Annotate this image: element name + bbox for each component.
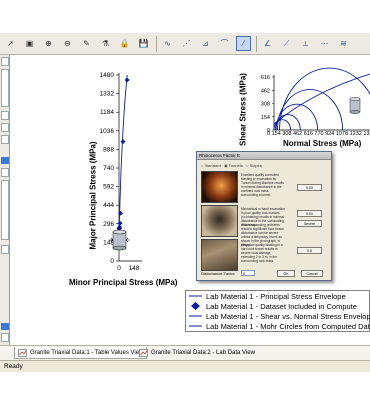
disturbance-factor-input[interactable]: 0 (241, 270, 255, 276)
radio-standard[interactable]: ○ Standard (201, 163, 221, 168)
chart-doc-icon (139, 349, 148, 357)
mohr-x-axis-title: Normal Stress (MPa) (283, 139, 362, 148)
principal-y-axis-title: Major Principal Stress (MPa) (88, 141, 98, 250)
y-tick-label: 444 (103, 202, 114, 209)
panel-section-header-1[interactable] (1, 157, 9, 164)
zoom-in-icon[interactable]: ⊕ (41, 36, 56, 51)
legend-item-shear-envelope: Lab Material 1 - Shear vs. Normal Stress… (189, 311, 370, 321)
y-tick-label: 1480 (100, 72, 115, 79)
mohr-y-tick-label: 154 (261, 115, 270, 121)
x-tick-label: 0 (117, 265, 121, 272)
y-tick-label: 592 (103, 184, 114, 191)
mohr-x-tick-labels: 0 154 308 462 616 770 924 1078 1232 1386 (267, 131, 370, 137)
legend-item-dataset: Lab Material 1 - Dataset Included in Com… (189, 301, 357, 311)
main-toolbar: ➚ ▣ ⊕ ⊖ ✎ ⚗ 🔒 💾 ∿ ⋰ ⊿ ⌒ ⁄ ∠ ⟋ ⟂ ⋯ ≋ (0, 33, 370, 55)
mohr-y-tick-label: 616 (261, 75, 270, 81)
left-dock-panel (0, 55, 10, 360)
principal-stress-plot[interactable]: 14801332118410368887405924442961480 0 148 (12, 55, 187, 295)
chart-type-7-icon[interactable]: ⟋ (279, 36, 294, 51)
panel-scroll-area[interactable] (1, 180, 9, 240)
panel-section-header-2[interactable] (1, 323, 9, 330)
flask-icon[interactable]: ⚗ (98, 36, 113, 51)
cancel-button[interactable]: Cancel (301, 270, 323, 277)
disturbance-factor-dialog: Rhinoceros Factor E ○ Standard ◉ Tunnels… (196, 151, 332, 281)
select-factor-button-3[interactable]: Severe (297, 220, 322, 227)
y-tick-label: 0 (110, 258, 114, 265)
chart-type-10-icon[interactable]: ≋ (336, 36, 351, 51)
chart-type-9-icon[interactable]: ⋯ (317, 36, 332, 51)
panel-field-3[interactable] (1, 168, 9, 177)
window-bottom-margin (0, 372, 370, 400)
chart-doc-icon (18, 348, 27, 357)
y-tick-label: 888 (103, 146, 114, 153)
chart-type-8-icon[interactable]: ⟂ (298, 36, 313, 51)
disturbance-factor-label: Disturbance Factor (201, 271, 235, 276)
radio-tunnels[interactable]: ◉ Tunnels (224, 163, 243, 168)
disk-icon[interactable]: 💾 (136, 36, 151, 51)
ok-button[interactable]: OK (277, 270, 295, 277)
chart-type-3-icon[interactable]: ⊿ (198, 36, 213, 51)
y-tick-label: 1332 (100, 91, 115, 98)
panel-list-box[interactable] (1, 69, 9, 107)
panel-field-2[interactable] (1, 135, 9, 144)
panel-field-1[interactable] (1, 123, 9, 132)
panel-field-4[interactable] (1, 245, 9, 254)
chart-type-1-icon[interactable]: ∿ (160, 36, 175, 51)
toolbar-separator (256, 36, 257, 52)
select-icon[interactable]: ➚ (3, 36, 18, 51)
tunnel-photo-1 (201, 171, 238, 203)
y-tick-label: 740 (103, 165, 114, 172)
y-tick-label: 296 (103, 221, 114, 228)
dialog-title-bar: Rhinoceros Factor E (197, 152, 331, 160)
dataset-point[interactable] (120, 139, 126, 145)
mohr-y-axis-title: Shear Stress (MPa) (238, 73, 248, 146)
chart-type-6-icon[interactable]: ∠ (260, 36, 275, 51)
chart-type-4-icon[interactable]: ⌒ (217, 36, 232, 51)
dialog-mode-radios: ○ Standard ◉ Tunnels ○ Slopes (201, 163, 262, 168)
chart-type-2-icon[interactable]: ⋰ (179, 36, 194, 51)
dialog-description-4: Very poor quality blasting in a hard roc… (241, 243, 283, 263)
lock-icon[interactable]: 🔒 (117, 36, 132, 51)
chart-legend: Lab Material 1 - Principal Stress Envelo… (185, 290, 370, 332)
dataset-point[interactable] (124, 77, 130, 83)
legend-item-principal-envelope: Lab Material 1 - Principal Stress Envelo… (189, 291, 346, 301)
dialog-description-1: Excellent quality controlled blasting or… (241, 173, 284, 197)
status-bar: Ready (0, 360, 370, 372)
legend-item-mohr-circles: Lab Material 1 - Mohr Circles from Compu… (189, 321, 370, 331)
chart-type-5-icon[interactable]: ⁄ (236, 36, 251, 51)
select-factor-button-1[interactable]: 0.00 (297, 184, 322, 191)
tab-lab-data-view[interactable]: Granite Triaxial Data:2 - Lab Data View (136, 347, 258, 359)
select-factor-button-2[interactable]: 0.00 (297, 210, 322, 217)
radio-slopes[interactable]: ○ Slopes (246, 163, 262, 168)
panel-dropdown-2[interactable] (1, 111, 9, 120)
panel-dropdown-1[interactable] (1, 57, 9, 66)
panel-field-5[interactable] (1, 333, 9, 342)
principal-x-axis-title: Minor Principal Stress (MPa) (69, 278, 178, 287)
tab-table-values-view[interactable]: Granite Triaxial Data:1 - Table Values V… (14, 347, 148, 359)
toolbar-separator (156, 36, 157, 52)
mohr-y-tick-label: 308 (261, 102, 270, 108)
y-tick-label: 1184 (100, 109, 114, 116)
wand-icon[interactable]: ✎ (79, 36, 94, 51)
zoom-out-icon[interactable]: ⊖ (60, 36, 75, 51)
tunnel-photo-2 (201, 205, 238, 237)
x-tick-label: 148 (129, 265, 140, 272)
mohr-y-tick-label: 462 (261, 88, 270, 94)
document-tabs: Granite Triaxial Data:1 - Table Values V… (0, 345, 370, 360)
dataset-point[interactable] (117, 220, 123, 226)
select-factor-button-4[interactable]: 0.8 (297, 247, 322, 254)
tunnel-photo-3 (201, 239, 238, 271)
zoom-extents-icon[interactable]: ▣ (22, 36, 37, 51)
y-tick-label: 1036 (100, 128, 115, 135)
mohr-specimen-icon (349, 97, 361, 114)
